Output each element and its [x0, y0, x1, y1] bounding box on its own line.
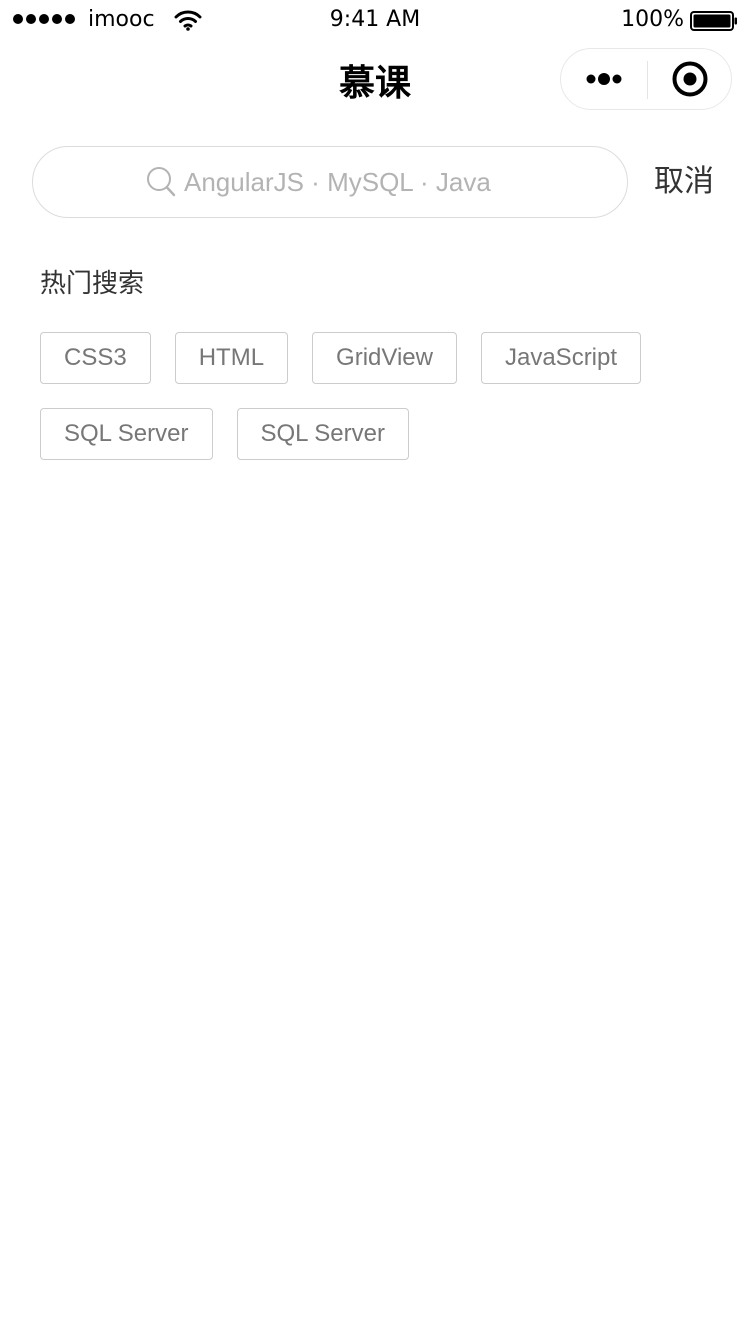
hot-search-tag[interactable]: SQL Server — [236, 408, 409, 460]
miniprogram-capsule — [560, 48, 732, 110]
nav-bar: 慕课 — [0, 40, 750, 128]
hot-search-tag[interactable]: GridView — [312, 332, 457, 384]
battery-icon — [690, 11, 737, 31]
hot-search-tag[interactable]: SQL Server — [40, 408, 213, 460]
search-input[interactable] — [184, 166, 514, 198]
hot-search-tag[interactable]: CSS3 — [40, 332, 151, 384]
search-icon — [147, 167, 176, 197]
hot-search-tag[interactable]: HTML — [174, 332, 289, 384]
hot-search-tag[interactable]: JavaScript — [480, 332, 642, 384]
hot-search-heading: 热门搜索 — [40, 269, 145, 299]
close-miniprogram-button[interactable] — [648, 49, 732, 109]
hot-search-tags: CSS3 HTML GridView JavaScript SQL Server… — [40, 332, 720, 460]
status-bar: imooc 9:41 AM 100% — [0, 0, 750, 40]
target-circle-icon — [672, 61, 708, 97]
search-box[interactable] — [32, 146, 628, 218]
battery-percentage: 100% — [621, 7, 684, 32]
cancel-button[interactable]: 取消 — [654, 162, 714, 202]
more-dots-icon — [586, 73, 622, 85]
more-menu-button[interactable] — [561, 49, 647, 109]
